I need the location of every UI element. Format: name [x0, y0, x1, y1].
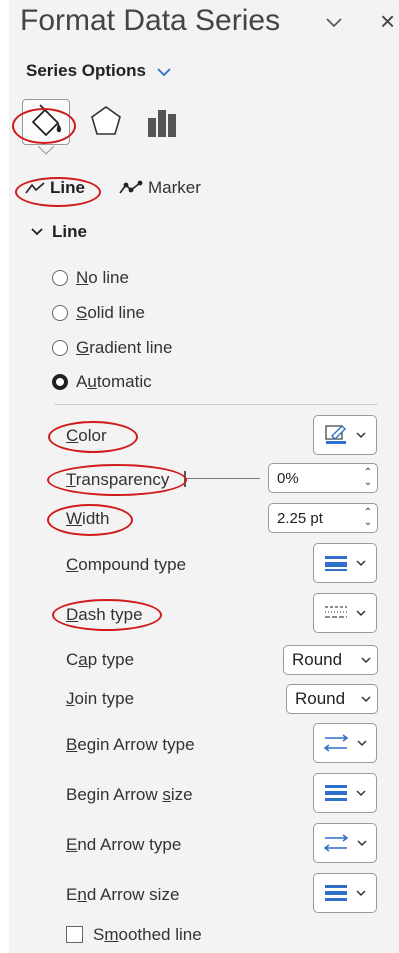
cap-type-dropdown[interactable]: Round	[283, 645, 378, 675]
compound-type-label: Compound type	[66, 555, 187, 574]
chevron-down-icon	[361, 696, 371, 703]
transparency-slider-track[interactable]	[186, 478, 260, 479]
divider	[54, 404, 378, 405]
radio-gradient-line[interactable]: Gradient line	[52, 338, 172, 358]
chevron-down-icon[interactable]	[155, 64, 173, 80]
annotation-oval	[12, 108, 76, 144]
radio-label: No line	[76, 268, 129, 287]
marker-line-icon	[119, 180, 143, 194]
radio-button[interactable]	[52, 340, 68, 356]
annotation-oval	[52, 599, 162, 631]
width-value: 2.25 pt	[277, 509, 323, 527]
line-section-label: Line	[52, 222, 87, 241]
series-options-dropdown[interactable]: Series Options	[26, 61, 146, 81]
transparency-value: 0%	[277, 469, 299, 487]
chevron-down-icon	[357, 840, 367, 847]
join-type-dropdown[interactable]: Round	[286, 684, 378, 714]
line-section-header[interactable]: Line	[30, 222, 87, 242]
chevron-down-icon[interactable]	[322, 10, 346, 34]
radio-automatic[interactable]: Automatic	[52, 372, 152, 392]
radio-button[interactable]	[52, 270, 68, 286]
join-type-value: Round	[295, 689, 346, 708]
tab-indicator	[38, 146, 54, 155]
radio-label: Solid line	[76, 303, 145, 322]
end-arrow-type-button[interactable]	[313, 823, 377, 863]
dash-lines-icon	[325, 606, 347, 618]
annotation-oval	[48, 421, 138, 453]
format-pane: Format Data Series × Series Options Line	[0, 0, 399, 953]
begin-arrow-type-label: Begin Arrow type	[66, 735, 195, 754]
begin-arrow-size-button[interactable]	[313, 773, 377, 813]
chevron-down-icon	[356, 610, 366, 617]
compound-lines-icon	[325, 556, 347, 571]
close-icon[interactable]: ×	[380, 6, 395, 37]
dash-type-button[interactable]	[313, 593, 377, 633]
transparency-spinner[interactable]: 0% ⌃ ⌄	[268, 463, 378, 493]
radio-button[interactable]	[52, 305, 68, 321]
subtab-marker[interactable]: Marker	[118, 178, 201, 198]
tab-effects[interactable]	[86, 100, 132, 144]
smoothed-line-checkbox[interactable]	[66, 926, 83, 943]
join-type-label: Join type	[66, 689, 135, 708]
bar-chart-icon	[148, 110, 176, 137]
radio-label: Automatic	[76, 372, 152, 391]
spin-arrows[interactable]: ⌃ ⌄	[359, 508, 377, 528]
chevron-down-icon	[356, 790, 366, 797]
arrow-type-icon	[323, 834, 349, 852]
pentagon-icon	[91, 106, 121, 135]
chevron-down-icon	[31, 228, 43, 236]
spin-arrows[interactable]: ⌃ ⌄	[359, 468, 377, 488]
annotation-oval	[15, 177, 101, 207]
tab-series-options[interactable]	[142, 100, 188, 144]
radio-no-line[interactable]: No line	[52, 268, 129, 288]
color-picker-button[interactable]	[313, 415, 377, 455]
arrow-size-icon	[325, 885, 347, 901]
begin-arrow-type-button[interactable]	[313, 723, 377, 763]
cap-type-value: Round	[292, 650, 343, 669]
chevron-down-icon	[356, 560, 366, 567]
radio-button-selected[interactable]	[52, 374, 68, 390]
compound-type-button[interactable]	[313, 543, 377, 583]
end-arrow-size-label: End Arrow size	[66, 885, 180, 904]
begin-arrow-size-label: Begin Arrow size	[66, 785, 193, 804]
arrow-type-icon	[323, 734, 349, 752]
chevron-down-icon	[357, 740, 367, 747]
end-arrow-size-button[interactable]	[313, 873, 377, 913]
chevron-down-icon	[356, 890, 366, 897]
cap-type-label: Cap type	[66, 650, 135, 669]
end-arrow-type-label: End Arrow type	[66, 835, 182, 854]
pane-title: Format Data Series	[20, 4, 281, 37]
radio-label: Gradient line	[76, 338, 173, 357]
annotation-oval	[47, 504, 133, 536]
annotation-oval	[47, 464, 187, 496]
smoothed-line-label: Smoothed line	[93, 925, 202, 944]
radio-solid-line[interactable]: Solid line	[52, 303, 145, 323]
chevron-down-icon	[356, 432, 366, 439]
arrow-size-icon	[325, 785, 347, 801]
chevron-down-icon	[361, 657, 371, 664]
subtab-marker-label: Marker	[148, 178, 201, 197]
width-spinner[interactable]: 2.25 pt ⌃ ⌄	[268, 503, 378, 533]
pen-color-icon	[325, 425, 346, 444]
